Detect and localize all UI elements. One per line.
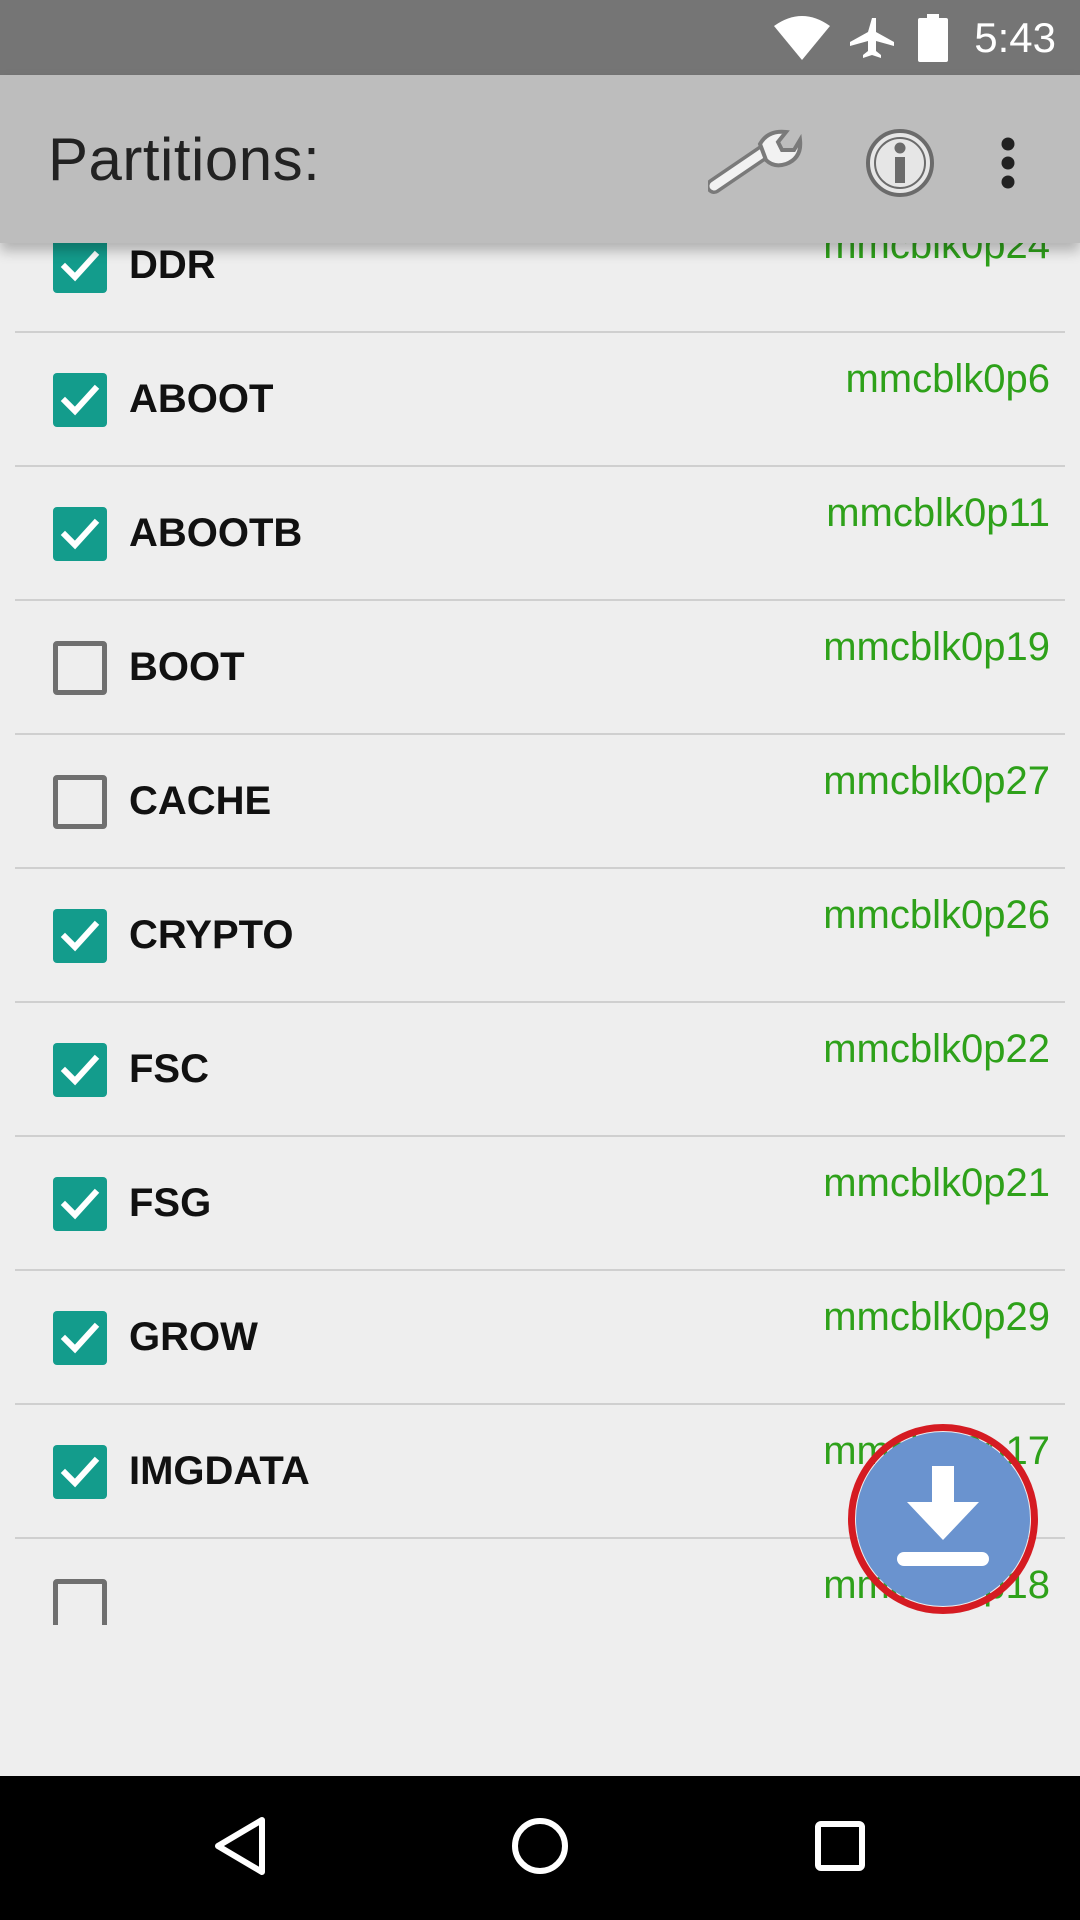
partition-checkbox[interactable] xyxy=(53,775,107,829)
partition-device: mmcblk0p24 xyxy=(823,243,1050,267)
partition-row[interactable]: FSG mmcblk0p21 xyxy=(15,1137,1065,1271)
battery-icon xyxy=(918,13,949,62)
partition-device: mmcblk0p29 xyxy=(823,1295,1050,1339)
partition-row[interactable]: ABOOTB mmcblk0p11 xyxy=(15,467,1065,601)
partition-name: CRYPTO xyxy=(129,913,294,957)
checkmark-icon xyxy=(60,518,100,550)
partition-checkbox[interactable] xyxy=(53,1579,107,1625)
partition-name: BOOT xyxy=(129,645,245,689)
partition-row[interactable]: DDR mmcblk0p24 xyxy=(15,243,1065,333)
partition-name: DDR xyxy=(129,243,216,287)
airplane-mode-icon xyxy=(850,14,898,62)
page-title: Partitions: xyxy=(48,126,321,193)
checkmark-icon xyxy=(60,250,100,282)
partition-checkbox[interactable] xyxy=(53,1311,107,1365)
partition-name: FSC xyxy=(129,1047,209,1091)
partition-name: ABOOTB xyxy=(129,511,303,555)
partition-checkbox[interactable] xyxy=(53,1177,107,1231)
info-icon xyxy=(864,127,936,204)
partition-checkbox[interactable] xyxy=(53,1043,107,1097)
partition-checkbox[interactable] xyxy=(53,909,107,963)
home-button[interactable] xyxy=(490,1798,590,1898)
partition-device: mmcblk0p11 xyxy=(826,491,1050,535)
partition-name: GROW xyxy=(129,1315,258,1359)
checkmark-icon xyxy=(60,1322,100,1354)
status-icons: 5:43 xyxy=(774,0,1056,75)
recents-icon xyxy=(814,1820,866,1877)
tools-button[interactable] xyxy=(706,115,806,215)
home-icon xyxy=(510,1816,570,1881)
back-button[interactable] xyxy=(190,1798,290,1898)
partition-row[interactable]: ABOOT mmcblk0p6 xyxy=(15,333,1065,467)
status-bar: 5:43 xyxy=(0,0,1080,75)
checkmark-icon xyxy=(60,384,100,416)
highlight-ring xyxy=(848,1424,1038,1614)
partition-list[interactable]: DDR mmcblk0p24 ABOOT mmcblk0p6 ABOOTB mmcblk0… xyxy=(0,243,1080,1625)
partition-checkbox[interactable] xyxy=(53,507,107,561)
info-button[interactable] xyxy=(850,115,950,215)
partition-checkbox[interactable] xyxy=(53,373,107,427)
partition-device: mmcblk0p21 xyxy=(823,1161,1050,1205)
partition-device: mmcblk0p19 xyxy=(823,625,1050,669)
partition-checkbox[interactable] xyxy=(53,243,107,293)
overflow-menu-button[interactable] xyxy=(958,115,1058,215)
checkmark-icon xyxy=(60,1188,100,1220)
recents-button[interactable] xyxy=(790,1798,890,1898)
overflow-menu-icon xyxy=(1000,137,1016,194)
app-bar: Partitions: xyxy=(0,75,1080,243)
partition-name: FSG xyxy=(129,1181,212,1225)
partition-row[interactable]: GROW mmcblk0p29 xyxy=(15,1271,1065,1405)
navigation-bar xyxy=(0,1776,1080,1920)
partition-row[interactable]: BOOT mmcblk0p19 xyxy=(15,601,1065,735)
partition-checkbox[interactable] xyxy=(53,1445,107,1499)
partition-row[interactable]: CACHE mmcblk0p27 xyxy=(15,735,1065,869)
status-time: 5:43 xyxy=(974,13,1056,61)
partition-row[interactable]: FSC mmcblk0p22 xyxy=(15,1003,1065,1137)
partition-name: ABOOT xyxy=(129,377,274,421)
checkmark-icon xyxy=(60,1054,100,1086)
partition-device: mmcblk0p6 xyxy=(845,357,1050,401)
back-icon xyxy=(212,1816,268,1881)
partition-name: CACHE xyxy=(129,779,272,823)
partition-device: mmcblk0p26 xyxy=(823,893,1050,937)
partition-name: IMGDATA xyxy=(129,1449,310,1493)
wrench-icon xyxy=(706,128,804,203)
checkmark-icon xyxy=(60,1456,100,1488)
partition-device: mmcblk0p27 xyxy=(823,759,1050,803)
partition-row[interactable]: CRYPTO mmcblk0p26 xyxy=(15,869,1065,1003)
partition-checkbox[interactable] xyxy=(53,641,107,695)
partition-device: mmcblk0p22 xyxy=(823,1027,1050,1071)
checkmark-icon xyxy=(60,920,100,952)
wifi-icon xyxy=(774,15,831,60)
